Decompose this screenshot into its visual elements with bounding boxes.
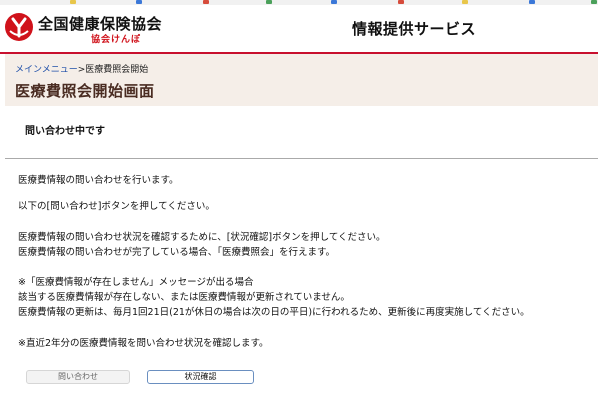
logo-text: 全国健康保険協会 [38, 15, 163, 33]
inquire-button[interactable]: 問い合わせ [26, 370, 130, 384]
service-title: 情報提供サービス [352, 20, 477, 38]
status-check-button[interactable]: 状況確認 [147, 370, 254, 384]
section-divider [5, 158, 598, 159]
bookmark-icon[interactable] [331, 0, 337, 4]
instruction-line: 医療費情報の問い合わせが完了している場合、「医療費照会」を行えます。 [18, 247, 336, 258]
bookmark-icon[interactable] [136, 0, 142, 4]
breadcrumb-current: 医療費照会開始 [85, 65, 149, 75]
bookmark-icon[interactable] [591, 0, 597, 4]
bookmark-icon[interactable] [203, 0, 209, 4]
bookmark-icon[interactable] [529, 0, 535, 4]
breadcrumb: メインメニュー>医療費照会開始 [15, 62, 148, 75]
logo-subtext: 協会けんぽ [91, 35, 142, 45]
notice-line: 該当する医療費情報が存在しない、または医療費情報が更新されていません。 [18, 292, 350, 303]
notice-line: 医療費情報の更新は、毎月1回21日(21が休日の場合は次の日の平日)に行われるた… [18, 307, 530, 318]
notice-heading: ※「医療費情報が存在しません」メッセージが出る場合 [18, 277, 254, 288]
instruction-line: 医療費情報の問い合わせを行います。 [18, 175, 179, 186]
breadcrumb-main-menu-link[interactable]: メインメニュー [15, 65, 78, 75]
page-title: 医療費照会開始画面 [15, 82, 155, 100]
notice-line: ※直近2年分の医療費情報を問い合わせ状況を確認します。 [18, 338, 269, 349]
bookmark-icon[interactable] [266, 0, 272, 4]
instruction-line: 医療費情報の問い合わせ状況を確認するために、[状況確認]ボタンを押してください。 [18, 232, 386, 243]
bookmark-icon[interactable] [70, 0, 76, 4]
title-band: メインメニュー>医療費照会開始 医療費照会開始画面 [5, 54, 598, 106]
bookmark-icon[interactable] [398, 0, 404, 4]
kyokai-kenpo-logo-icon [5, 13, 33, 41]
status-message: 問い合わせ中です [25, 126, 105, 137]
site-header: 全国健康保険協会 協会けんぽ 情報提供サービス [0, 5, 598, 52]
bookmark-icon[interactable] [462, 0, 468, 4]
instruction-line: 以下の[問い合わせ]ボタンを押してください。 [18, 201, 215, 212]
